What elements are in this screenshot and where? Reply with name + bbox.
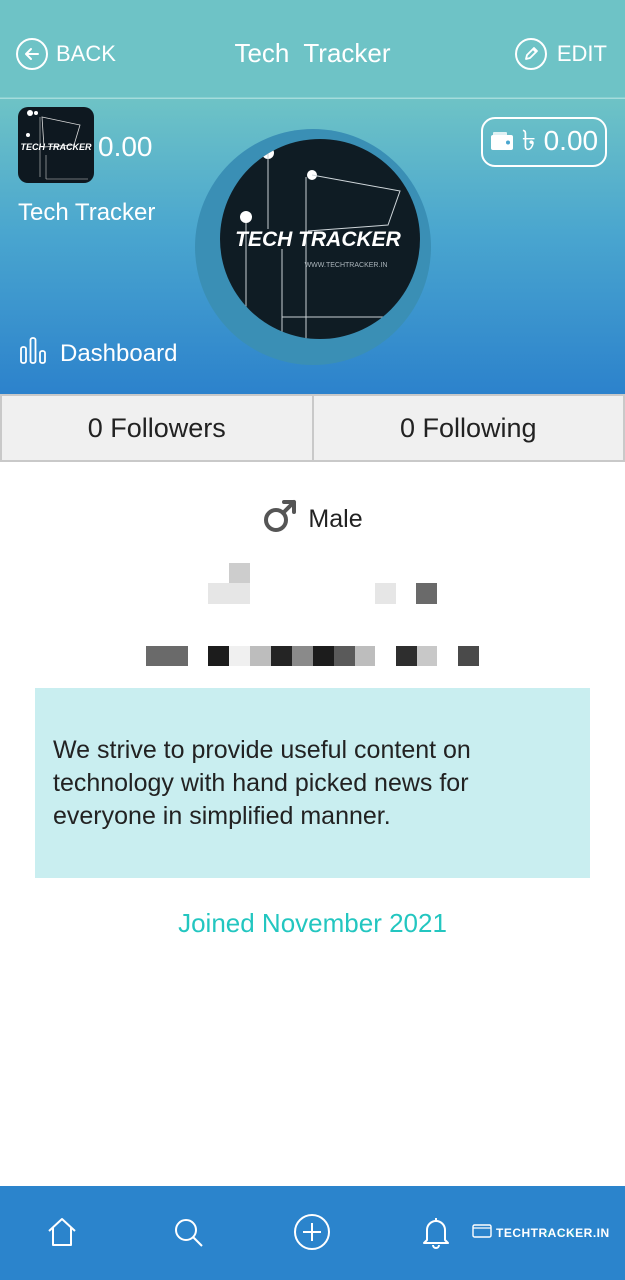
edit-label: EDIT <box>556 41 607 66</box>
male-icon <box>262 498 298 541</box>
bell-icon[interactable] <box>416 1212 456 1252</box>
add-icon[interactable] <box>292 1212 332 1252</box>
follow-stats: 0 Followers 0 Following <box>0 394 625 462</box>
edit-button[interactable]: EDIT <box>514 36 607 72</box>
bio-text: We strive to provide useful content on t… <box>53 736 471 830</box>
gender-label: Male <box>308 505 363 533</box>
dashboard-link[interactable]: Dashboard <box>18 335 177 372</box>
bio-box: We strive to provide useful content on t… <box>35 688 590 878</box>
dashboard-label: Dashboard <box>60 339 178 367</box>
following-button[interactable]: 0 Following <box>313 394 625 462</box>
bar-chart-icon <box>18 335 48 372</box>
watermark-text: TECHTRACKER.IN <box>496 1225 610 1240</box>
browser-icon <box>472 1224 492 1241</box>
joined-date: Joined November 2021 <box>178 908 447 938</box>
gender-row: Male <box>0 498 625 541</box>
avatar[interactable]: TECH TRACKER WWW.TECHTRACKER.IN <box>220 139 420 339</box>
thumb-logo-text: TECH TRACKER <box>21 142 92 152</box>
profile-name: Tech Tracker <box>18 199 156 226</box>
watermark: TECHTRACKER.IN <box>472 1224 610 1241</box>
search-icon[interactable] <box>168 1212 208 1252</box>
avatar-logo-text: TECH TRACKER <box>235 228 401 251</box>
wallet-button[interactable]: ৳ 0.00 <box>481 117 607 167</box>
profile-header: TECH TRACKER 0.00 Tech Tracker TECH TRAC… <box>0 99 625 394</box>
followers-button[interactable]: 0 Followers <box>0 394 314 462</box>
wallet-amount: ৳ 0.00 <box>521 124 599 156</box>
profile-thumbnail[interactable]: TECH TRACKER <box>18 107 94 183</box>
home-icon[interactable] <box>42 1212 82 1252</box>
avatar-logo-subtext: WWW.TECHTRACKER.IN <box>305 262 388 269</box>
wallet-icon <box>490 126 514 158</box>
points-value: 0.00 <box>98 131 153 162</box>
pencil-circle-icon <box>514 38 547 70</box>
